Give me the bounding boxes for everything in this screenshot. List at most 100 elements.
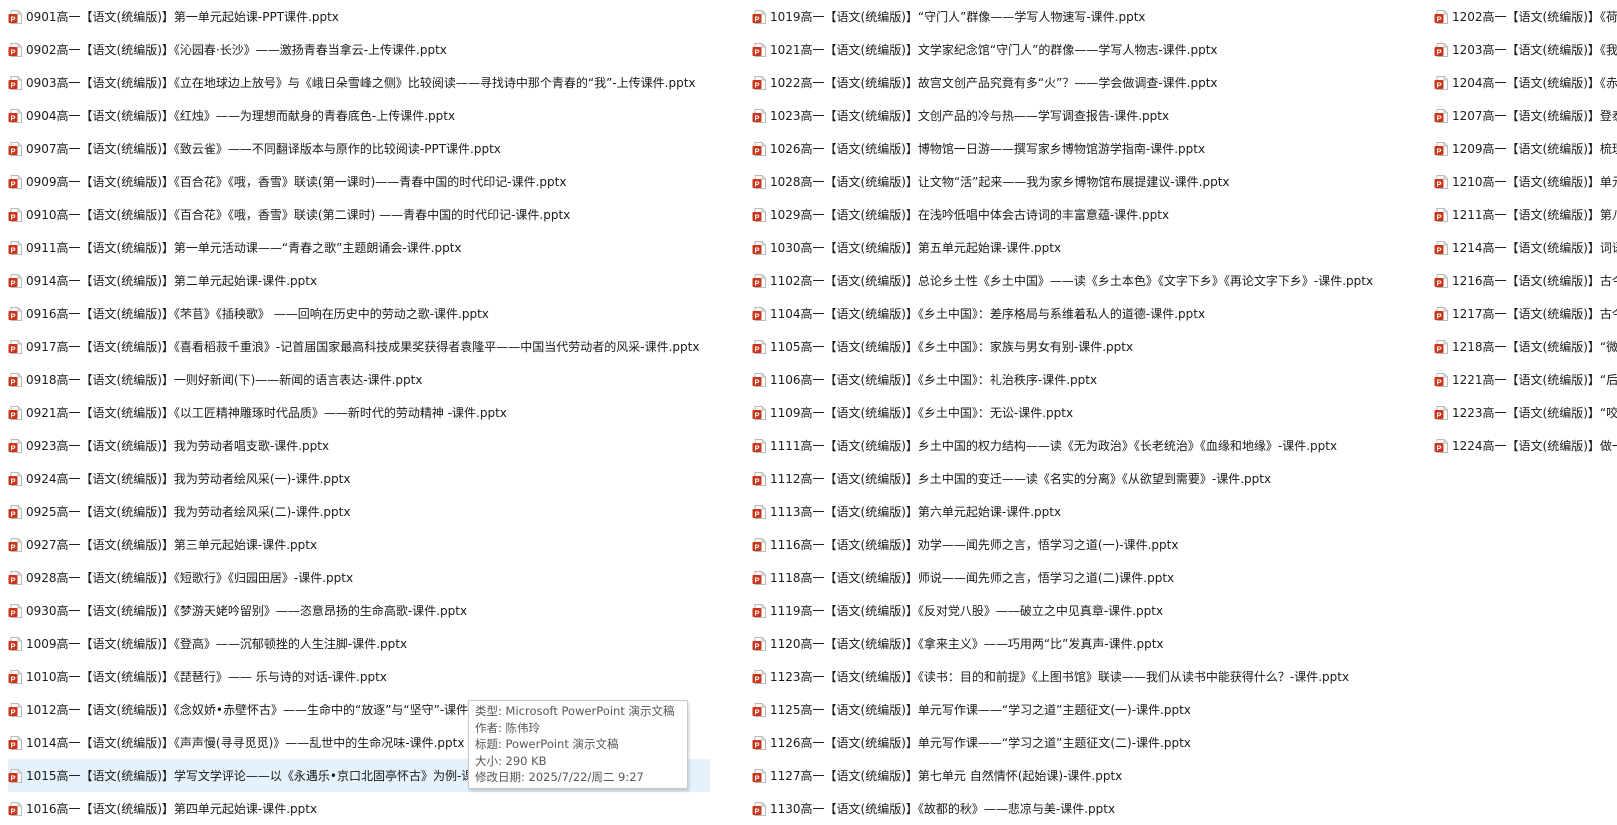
file-item[interactable]: P 1223高一【语文(统编版)】“咬文 bbox=[1434, 396, 1617, 429]
svg-text:P: P bbox=[754, 146, 759, 155]
powerpoint-file-icon: P bbox=[752, 636, 768, 652]
file-item[interactable]: P 0916高一【语文(统编版)】《芣苢》《插秧歌》 ——回响在历史中的劳动之歌-… bbox=[8, 297, 710, 330]
file-name: 1125高一【语文(统编版)】单元写作课——“学习之道”主题征文(一)-课件.p… bbox=[770, 703, 1191, 717]
file-item[interactable]: P 1112高一【语文(统编版)】乡土中国的变迁——读《名实的分离》《从欲望到需要… bbox=[752, 462, 1422, 495]
file-item[interactable]: P 0911高一【语文(统编版)】第一单元活动课——“青春之歌”主题朗诵会-课件.… bbox=[8, 231, 710, 264]
powerpoint-file-icon: P bbox=[752, 75, 768, 91]
svg-text:P: P bbox=[1436, 278, 1441, 287]
file-name: 1209高一【语文(统编版)】梳理 bbox=[1452, 142, 1617, 156]
file-item[interactable]: P 1102高一【语文(统编版)】总论乡土性《乡土中国》——读《乡土本色》《文字下… bbox=[752, 264, 1422, 297]
powerpoint-file-icon: P bbox=[8, 636, 24, 652]
file-name: 0907高一【语文(统编版)】《致云雀》——不同翻译版本与原作的比较阅读-PPT… bbox=[26, 142, 501, 156]
file-item[interactable]: P 1221高一【语文(统编版)】“后起 bbox=[1434, 363, 1617, 396]
file-item[interactable]: P 1203高一【语文(统编版)】《我 bbox=[1434, 33, 1617, 66]
file-item[interactable]: P 0927高一【语文(统编版)】第三单元起始课-课件.pptx bbox=[8, 528, 710, 561]
file-item[interactable]: P 1116高一【语文(统编版)】劝学——闻先师之言，悟学习之道(一)-课件.pp… bbox=[752, 528, 1422, 561]
file-name: 0923高一【语文(统编版)】我为劳动者唱支歌-课件.pptx bbox=[26, 439, 330, 453]
file-item[interactable]: P 1106高一【语文(统编版)】《乡土中国》：礼治秩序-课件.pptx bbox=[752, 363, 1422, 396]
powerpoint-file-icon: P bbox=[752, 141, 768, 157]
file-item[interactable]: P 1127高一【语文(统编版)】第七单元 自然情怀(起始课)-课件.pptx bbox=[752, 759, 1422, 792]
svg-text:P: P bbox=[10, 14, 15, 23]
file-item[interactable]: P 1217高一【语文(统编版)】古今 bbox=[1434, 297, 1617, 330]
file-item[interactable]: P 1123高一【语文(统编版)】《读书：目的和前提》《上图书馆》联读——我们从读… bbox=[752, 660, 1422, 693]
svg-text:P: P bbox=[754, 509, 759, 518]
file-item[interactable]: P 1111高一【语文(统编版)】乡土中国的权力结构——读《无为政治》《长老统治》… bbox=[752, 429, 1422, 462]
file-name: 1202高一【语文(统编版)】《荷 bbox=[1452, 10, 1617, 24]
file-item[interactable]: P 1113高一【语文(统编版)】第六单元起始课-课件.pptx bbox=[752, 495, 1422, 528]
file-item[interactable]: P 0904高一【语文(统编版)】《红烛》——为理想而献身的青春底色-上传课件.p… bbox=[8, 99, 710, 132]
file-item[interactable]: P 0917高一【语文(统编版)】《喜看稻菽千重浪》-记首届国家最高科技成果奖获得… bbox=[8, 330, 710, 363]
file-item[interactable]: P 0928高一【语文(统编版)】《短歌行》《归园田居》-课件.pptx bbox=[8, 561, 710, 594]
file-item[interactable]: P 0902高一【语文(统编版)】《沁园春·长沙》——激扬青春当拿云-上传课件.p… bbox=[8, 33, 710, 66]
file-name: 1218高一【语文(统编版)】“微写 bbox=[1452, 340, 1617, 354]
file-item[interactable]: P 0910高一【语文(统编版)】《百合花》《哦，香雪》联读(第二课时) ——青春… bbox=[8, 198, 710, 231]
file-item[interactable]: P 1028高一【语文(统编版)】让文物“活”起来——我为家乡博物馆布展提建议-课… bbox=[752, 165, 1422, 198]
file-item[interactable]: P 1105高一【语文(统编版)】《乡土中国》：家族与男女有别-课件.pptx bbox=[752, 330, 1422, 363]
file-item[interactable]: P 1109高一【语文(统编版)】《乡土中国》：无讼-课件.pptx bbox=[752, 396, 1422, 429]
file-name: 1207高一【语文(统编版)】登泰 bbox=[1452, 109, 1617, 123]
svg-text:P: P bbox=[754, 806, 759, 815]
file-item[interactable]: P 1019高一【语文(统编版)】“守门人”群像——学写人物速写-课件.pptx bbox=[752, 0, 1422, 33]
file-item[interactable]: P 1030高一【语文(统编版)】第五单元起始课-课件.pptx bbox=[752, 231, 1422, 264]
file-item[interactable]: P 1202高一【语文(统编版)】《荷 bbox=[1434, 0, 1617, 33]
file-item[interactable]: P 1023高一【语文(统编版)】文创产品的冷与热——学写调查报告-课件.pptx bbox=[752, 99, 1422, 132]
file-name: 1010高一【语文(统编版)】《琵琶行》—— 乐与诗的对话-课件.pptx bbox=[26, 670, 387, 684]
tooltip-size: 大小: 290 KB bbox=[475, 753, 547, 768]
file-item[interactable]: P 1209高一【语文(统编版)】梳理 bbox=[1434, 132, 1617, 165]
file-name: 0927高一【语文(统编版)】第三单元起始课-课件.pptx bbox=[26, 538, 318, 552]
file-item[interactable]: P 0921高一【语文(统编版)】《以工匠精神雕琢时代品质》——新时代的劳动精神 … bbox=[8, 396, 710, 429]
file-item[interactable]: P 0924高一【语文(统编版)】我为劳动者绘风采(一)-课件.pptx bbox=[8, 462, 710, 495]
file-item[interactable]: P 0907高一【语文(统编版)】《致云雀》——不同翻译版本与原作的比较阅读-PP… bbox=[8, 132, 710, 165]
powerpoint-file-icon: P bbox=[1434, 372, 1450, 388]
file-item[interactable]: P 0930高一【语文(统编版)】《梦游天姥吟留别》——恣意昂扬的生命高歌-课件.… bbox=[8, 594, 710, 627]
file-item[interactable]: P 1224高一【语文(统编版)】做一 bbox=[1434, 429, 1617, 462]
file-name: 1102高一【语文(统编版)】总论乡土性《乡土中国》——读《乡土本色》《文字下乡… bbox=[770, 274, 1374, 288]
file-item[interactable]: P 1214高一【语文(统编版)】词语 bbox=[1434, 231, 1617, 264]
file-item[interactable]: P 1119高一【语文(统编版)】《反对党八股》——破立之中见真章-课件.pptx bbox=[752, 594, 1422, 627]
file-item[interactable]: P 1029高一【语文(统编版)】在浅吟低唱中体会古诗词的丰富意蕴-课件.pptx bbox=[752, 198, 1422, 231]
file-name: 1120高一【语文(统编版)】《拿来主义》——巧用两“比”发真声-课件.pptx bbox=[770, 637, 1164, 651]
file-item[interactable]: P 1021高一【语文(统编版)】文学家纪念馆“守门人”的群像——学写人物志-课件… bbox=[752, 33, 1422, 66]
file-item[interactable]: P 0925高一【语文(统编版)】我为劳动者绘风采(二)-课件.pptx bbox=[8, 495, 710, 528]
file-name: 1109高一【语文(统编版)】《乡土中国》：无讼-课件.pptx bbox=[770, 406, 1074, 420]
file-item[interactable]: P 1216高一【语文(统编版)】古今 bbox=[1434, 264, 1617, 297]
file-item[interactable]: P 1104高一【语文(统编版)】《乡土中国》：差序格局与系维着私人的道德-课件.… bbox=[752, 297, 1422, 330]
file-item[interactable]: P 0914高一【语文(统编版)】第二单元起始课-课件.pptx bbox=[8, 264, 710, 297]
svg-text:P: P bbox=[10, 344, 15, 353]
powerpoint-file-icon: P bbox=[752, 603, 768, 619]
file-item[interactable]: P 1125高一【语文(统编版)】单元写作课——“学习之道”主题征文(一)-课件.… bbox=[752, 693, 1422, 726]
svg-text:P: P bbox=[10, 311, 15, 320]
file-item[interactable]: P 1218高一【语文(统编版)】“微写 bbox=[1434, 330, 1617, 363]
file-item[interactable]: P 0909高一【语文(统编版)】《百合花》《哦，香雪》联读(第一课时)——青春中… bbox=[8, 165, 710, 198]
file-item[interactable]: P 1010高一【语文(统编版)】《琵琶行》—— 乐与诗的对话-课件.pptx bbox=[8, 660, 710, 693]
powerpoint-file-icon: P bbox=[8, 537, 24, 553]
file-name: 1204高一【语文(统编版)】《赤 bbox=[1452, 76, 1617, 90]
file-item[interactable]: P 1126高一【语文(统编版)】单元写作课——“学习之道”主题征文(二)-课件.… bbox=[752, 726, 1422, 759]
powerpoint-file-icon: P bbox=[8, 504, 24, 520]
file-item[interactable]: P 0923高一【语文(统编版)】我为劳动者唱支歌-课件.pptx bbox=[8, 429, 710, 462]
file-item[interactable]: P 0903高一【语文(统编版)】《立在地球边上放号》与《峨日朵雪峰之侧》比较阅读… bbox=[8, 66, 710, 99]
file-name: 1223高一【语文(统编版)】“咬文 bbox=[1452, 406, 1617, 420]
powerpoint-file-icon: P bbox=[8, 141, 24, 157]
file-item[interactable]: P 0918高一【语文(统编版)】一则好新闻(下)——新闻的语言表达-课件.ppt… bbox=[8, 363, 710, 396]
svg-text:P: P bbox=[10, 773, 15, 782]
file-item[interactable]: P 0901高一【语文(统编版)】第一单元起始课-PPT课件.pptx bbox=[8, 0, 710, 33]
file-item[interactable]: P 1118高一【语文(统编版)】师说——闻先师之言，悟学习之道(二)课件.ppt… bbox=[752, 561, 1422, 594]
file-name: 1123高一【语文(统编版)】《读书：目的和前提》《上图书馆》联读——我们从读书… bbox=[770, 670, 1350, 684]
svg-text:P: P bbox=[754, 377, 759, 386]
file-name: 0911高一【语文(统编版)】第一单元活动课——“青春之歌”主题朗诵会-课件.p… bbox=[26, 241, 462, 255]
powerpoint-file-icon: P bbox=[752, 339, 768, 355]
svg-text:P: P bbox=[754, 410, 759, 419]
file-item[interactable]: P 1022高一【语文(统编版)】故宫文创产品究竟有多“火”？——学会做调查-课件… bbox=[752, 66, 1422, 99]
powerpoint-file-icon: P bbox=[8, 735, 24, 751]
file-item[interactable]: P 1207高一【语文(统编版)】登泰 bbox=[1434, 99, 1617, 132]
file-item[interactable]: P 1009高一【语文(统编版)】《登高》——沉郁顿挫的人生注脚-课件.pptx bbox=[8, 627, 710, 660]
file-item[interactable]: P 1204高一【语文(统编版)】《赤 bbox=[1434, 66, 1617, 99]
svg-text:P: P bbox=[10, 476, 15, 485]
powerpoint-file-icon: P bbox=[8, 42, 24, 58]
file-item[interactable]: P 1026高一【语文(统编版)】博物馆一日游——撰写家乡博物馆游学指南-课件.p… bbox=[752, 132, 1422, 165]
file-item[interactable]: P 1211高一【语文(统编版)】第八 bbox=[1434, 198, 1617, 231]
file-item[interactable]: P 1120高一【语文(统编版)】《拿来主义》——巧用两“比”发真声-课件.ppt… bbox=[752, 627, 1422, 660]
file-item[interactable]: P 1210高一【语文(统编版)】单元 bbox=[1434, 165, 1617, 198]
svg-text:P: P bbox=[754, 707, 759, 716]
